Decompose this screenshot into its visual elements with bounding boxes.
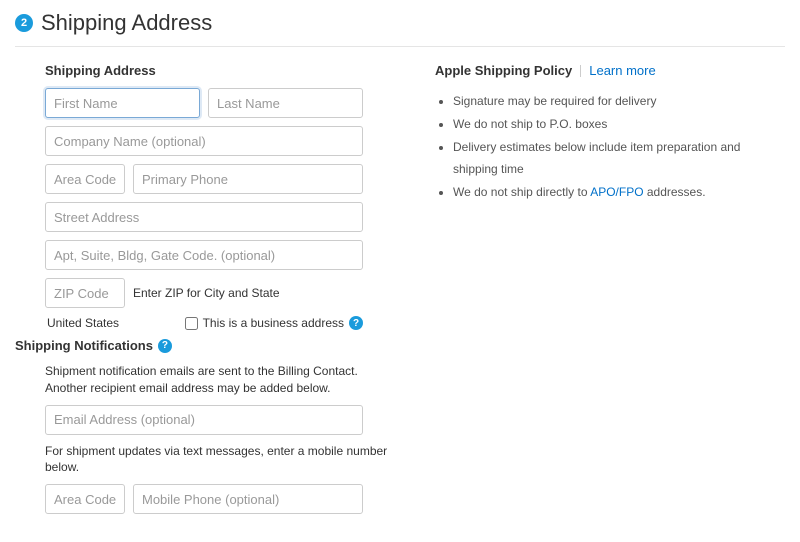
shipping-address-heading: Shipping Address — [45, 63, 395, 78]
last-name-input[interactable] — [208, 88, 363, 118]
section-header: 2 Shipping Address — [15, 10, 785, 47]
sms-area-code-input[interactable] — [45, 484, 125, 514]
first-name-input[interactable] — [45, 88, 200, 118]
area-code-input[interactable] — [45, 164, 125, 194]
policy-title: Apple Shipping Policy — [435, 63, 572, 78]
notification-email-description: Shipment notification emails are sent to… — [45, 363, 395, 397]
country-label: United States — [47, 316, 119, 330]
divider — [580, 65, 581, 77]
shipping-form: Shipping Address Enter ZIP for City a — [45, 63, 395, 522]
notifications-heading: Shipping Notifications ? — [15, 338, 395, 353]
primary-phone-input[interactable] — [133, 164, 363, 194]
notification-email-input[interactable] — [45, 405, 363, 435]
business-address-label: This is a business address — [203, 316, 344, 330]
shipping-policy-panel: Apple Shipping Policy Learn more Signatu… — [435, 63, 785, 204]
policy-bullet: Signature may be required for delivery — [453, 90, 785, 113]
notification-sms-description: For shipment updates via text messages, … — [45, 443, 395, 477]
policy-bullet: We do not ship to P.O. boxes — [453, 113, 785, 136]
zip-code-input[interactable] — [45, 278, 125, 308]
business-address-checkbox[interactable] — [185, 317, 198, 330]
sms-mobile-phone-input[interactable] — [133, 484, 363, 514]
apt-suite-input[interactable] — [45, 240, 363, 270]
apo-fpo-link[interactable]: APO/FPO — [590, 185, 643, 199]
help-icon[interactable]: ? — [349, 316, 363, 330]
learn-more-link[interactable]: Learn more — [589, 63, 655, 78]
street-address-input[interactable] — [45, 202, 363, 232]
help-icon[interactable]: ? — [158, 339, 172, 353]
policy-bullet: Delivery estimates below include item pr… — [453, 136, 785, 182]
step-number-badge: 2 — [15, 14, 33, 32]
company-name-input[interactable] — [45, 126, 363, 156]
page-title: Shipping Address — [41, 10, 212, 36]
zip-hint-text: Enter ZIP for City and State — [133, 286, 280, 300]
policy-bullet: We do not ship directly to APO/FPO addre… — [453, 181, 785, 204]
